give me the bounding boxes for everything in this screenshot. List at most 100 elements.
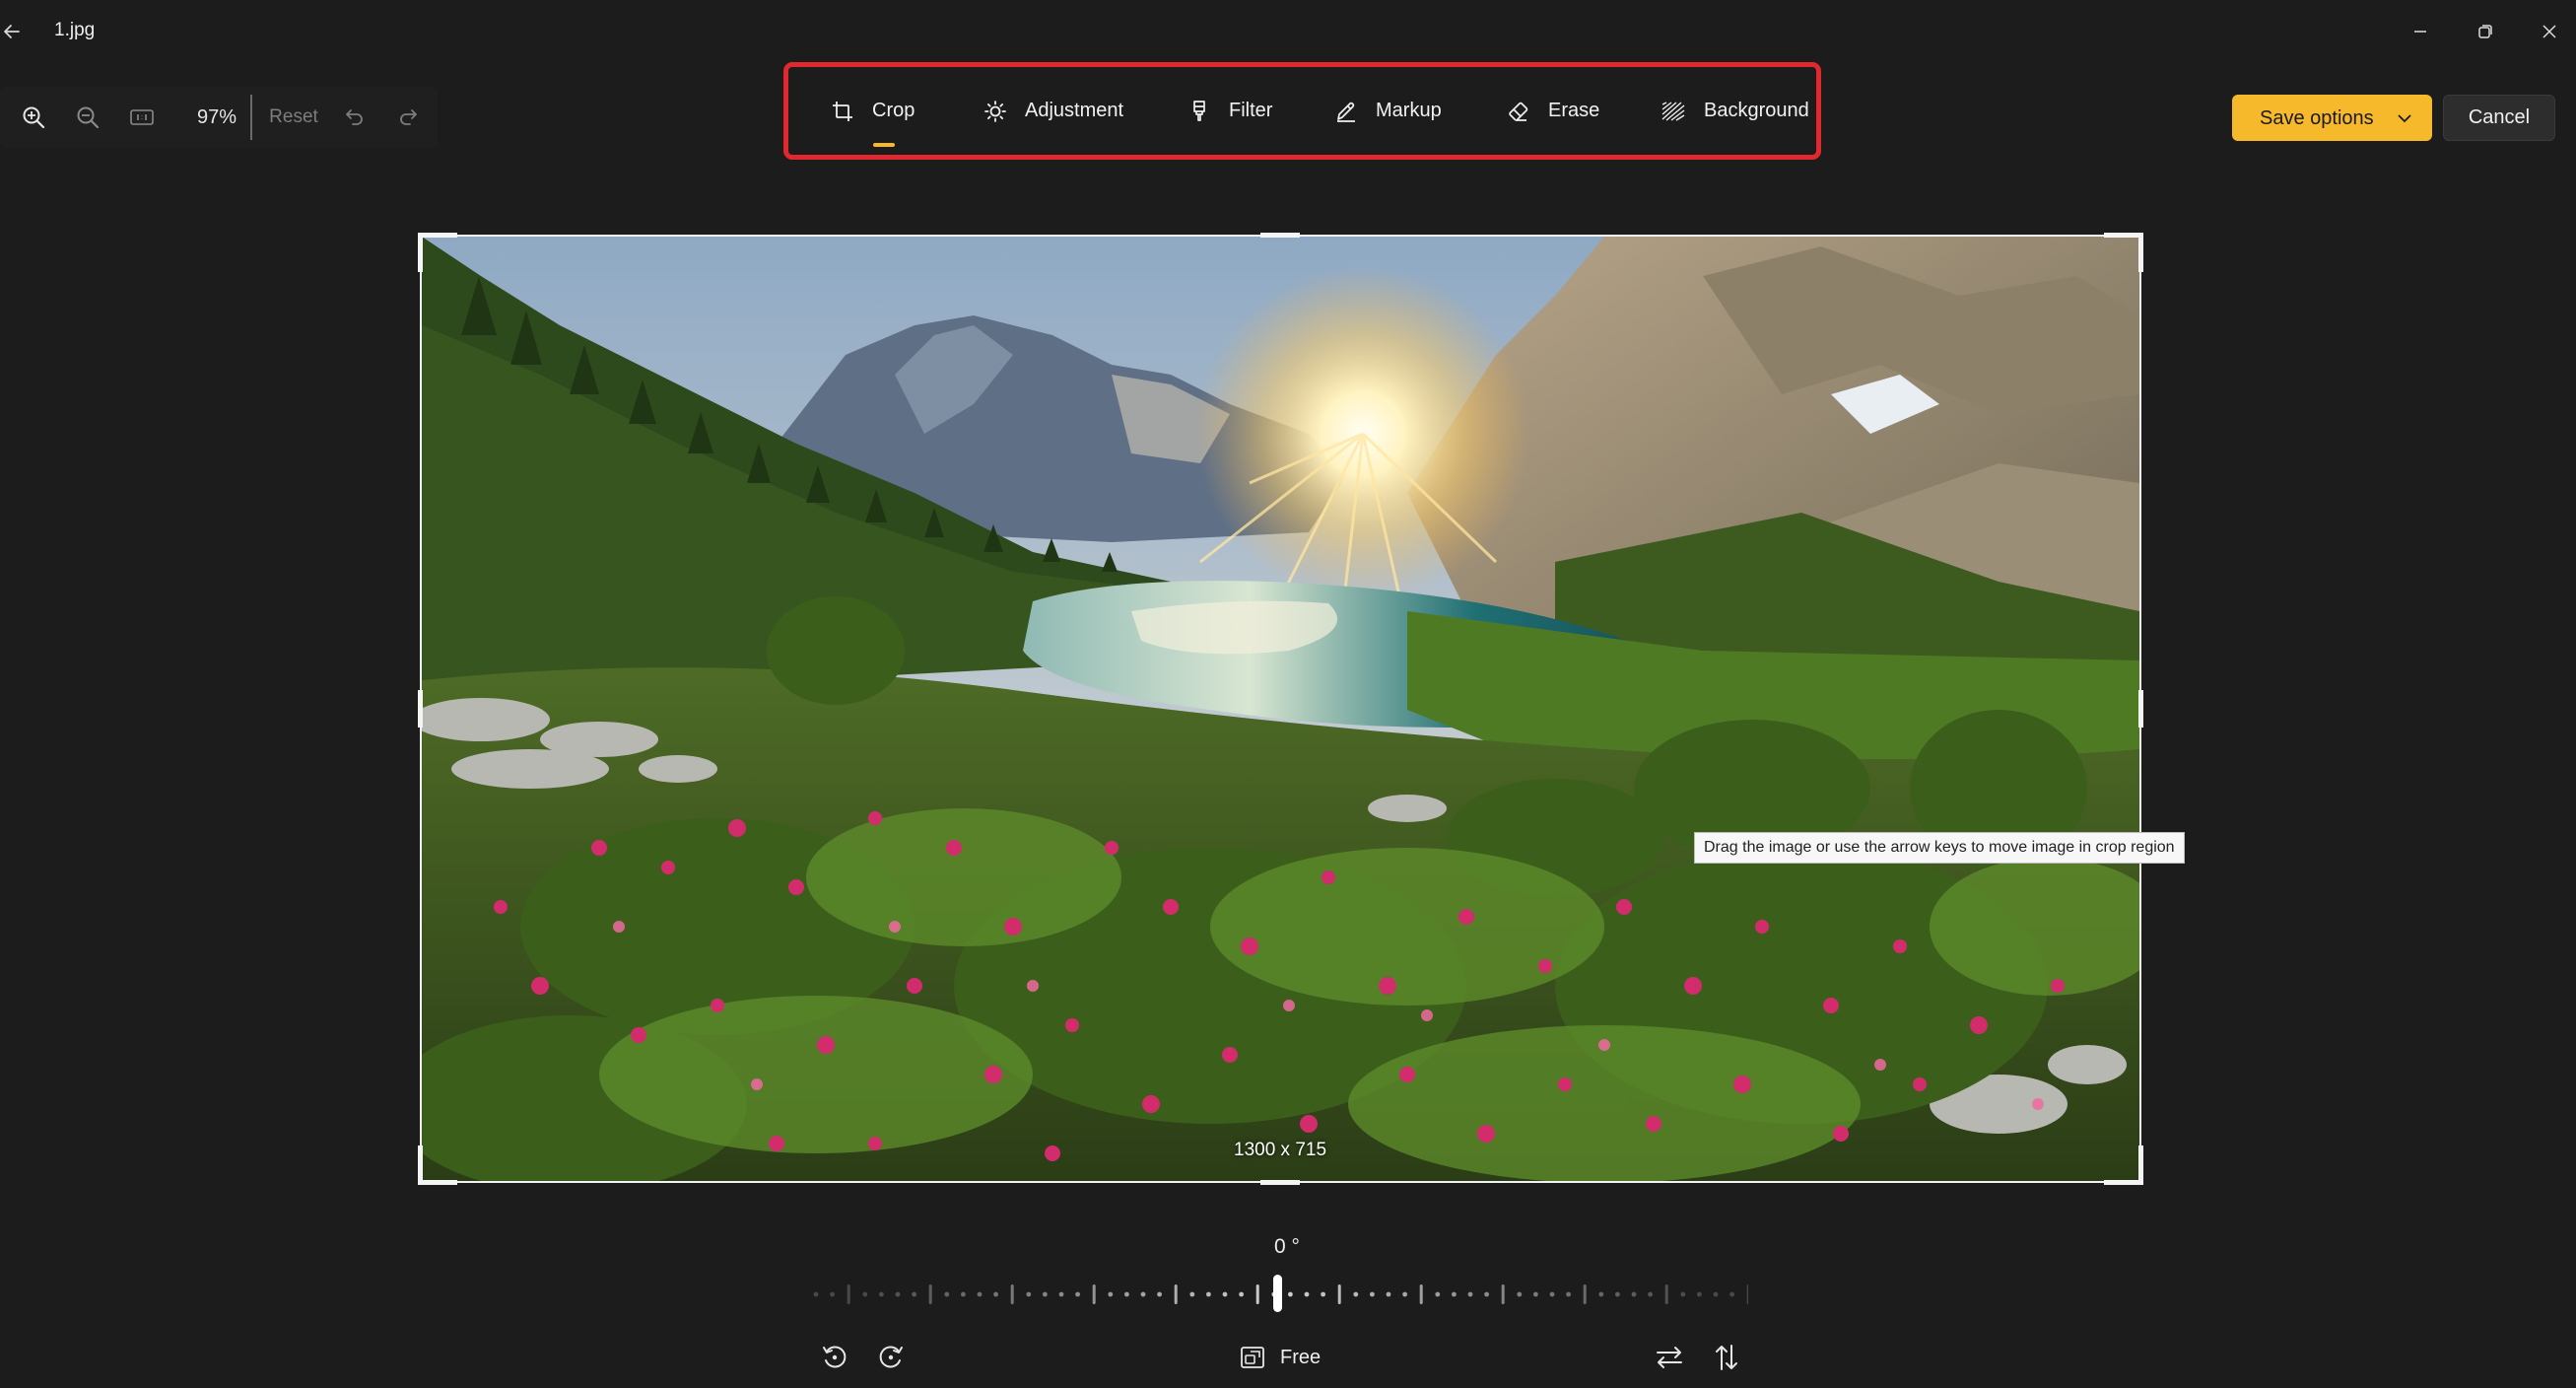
ruler-major-tick <box>1583 1284 1587 1304</box>
tab-crop[interactable]: Crop <box>831 67 915 155</box>
crop-handle-bottom[interactable] <box>1260 1180 1300 1185</box>
ruler-minor-tick <box>830 1291 835 1297</box>
ruler-major-tick <box>1010 1284 1014 1304</box>
ruler-minor-tick <box>1435 1291 1441 1297</box>
ruler-minor-tick <box>1124 1291 1129 1297</box>
ruler-major-tick <box>1746 1284 1748 1304</box>
save-options-button[interactable]: Save options <box>2232 95 2432 141</box>
edit-tabs: Crop Adjustment Filter Markup Erase Back… <box>783 62 1821 160</box>
ruler-minor-tick <box>1402 1291 1407 1297</box>
ruler-minor-tick <box>993 1291 998 1297</box>
crop-handle-bottom-left[interactable] <box>418 1145 423 1185</box>
ruler-minor-tick <box>1680 1291 1686 1297</box>
ruler-minor-tick <box>944 1291 950 1297</box>
zoom-toolbar: 97% Reset <box>0 87 438 148</box>
active-tab-indicator <box>873 143 895 147</box>
zoom-out-icon <box>77 106 100 129</box>
ruler-minor-tick <box>1549 1291 1555 1297</box>
minimize-button[interactable] <box>2401 12 2440 51</box>
crop-handle-right[interactable] <box>2138 690 2143 728</box>
eraser-icon <box>1509 102 1528 121</box>
ruler-major-tick <box>1092 1284 1096 1304</box>
ruler-minor-tick <box>1370 1291 1375 1297</box>
maximize-icon <box>2478 25 2492 38</box>
crop-handle-top-right[interactable] <box>2104 233 2143 238</box>
photo-canvas[interactable] <box>420 235 2141 1183</box>
crop-handle-top-left[interactable] <box>418 233 457 238</box>
crop-handle-bottom-left[interactable] <box>418 1180 457 1185</box>
ruler-minor-tick <box>862 1291 868 1297</box>
ruler-minor-tick <box>977 1291 983 1297</box>
reset-button[interactable]: Reset <box>266 87 321 148</box>
cancel-button[interactable]: Cancel <box>2443 95 2555 141</box>
close-icon <box>2542 25 2556 38</box>
ruler-major-tick <box>1419 1284 1423 1304</box>
tab-markup-label: Markup <box>1376 100 1442 121</box>
minimize-icon <box>2414 31 2426 33</box>
ruler-minor-tick <box>1452 1291 1457 1297</box>
close-window-button[interactable] <box>2530 12 2569 51</box>
undo-button[interactable] <box>337 87 373 148</box>
zoom-out-button[interactable] <box>66 87 109 148</box>
rotate-left-icon <box>823 1346 847 1368</box>
ruler-minor-tick <box>1713 1291 1719 1297</box>
ruler-minor-tick <box>879 1291 884 1297</box>
crop-handle-left[interactable] <box>418 690 423 728</box>
maximize-button[interactable] <box>2466 12 2505 51</box>
brightness-icon <box>984 100 1006 122</box>
title-bar: 1.jpg <box>0 0 2576 65</box>
rotate-right-icon <box>879 1346 903 1368</box>
undo-icon <box>346 109 363 125</box>
ruler-minor-tick <box>1386 1291 1391 1297</box>
rotate-left-button[interactable] <box>814 1337 855 1378</box>
rotation-angle-label: 0 ° <box>1274 1235 1300 1258</box>
back-button[interactable] <box>0 14 24 49</box>
ruler-major-tick <box>1174 1284 1178 1304</box>
zoom-in-button[interactable] <box>12 87 55 148</box>
ruler-minor-tick <box>1729 1291 1734 1297</box>
back-arrow-icon <box>4 25 20 38</box>
crop-dimensions-label: 1300 x 715 <box>1234 1140 1327 1160</box>
crop-handle-top-left[interactable] <box>418 233 423 272</box>
toolbar-divider <box>250 95 252 140</box>
filter-icon <box>1193 100 1205 121</box>
actual-size-button[interactable] <box>120 87 164 148</box>
flip-horizontal-button[interactable] <box>1649 1337 1690 1378</box>
tab-erase-label: Erase <box>1548 100 1600 121</box>
crop-handle-top[interactable] <box>1260 233 1300 238</box>
ruler-minor-tick <box>1598 1291 1604 1297</box>
ruler-minor-tick <box>1353 1291 1359 1297</box>
tab-filter[interactable]: Filter <box>1187 67 1272 155</box>
tab-markup[interactable]: Markup <box>1334 67 1442 155</box>
crop-tooltip: Drag the image or use the arrow keys to … <box>1694 832 2185 864</box>
tab-erase[interactable]: Erase <box>1507 67 1599 155</box>
ruler-minor-tick <box>1140 1291 1146 1297</box>
save-options-label: Save options <box>2260 107 2374 129</box>
background-icon <box>1661 101 1685 121</box>
ruler-minor-tick <box>961 1291 966 1297</box>
zoom-percentage[interactable]: 97% <box>187 87 246 148</box>
ruler-minor-tick <box>1222 1291 1228 1297</box>
crop-handle-bottom-right[interactable] <box>2104 1180 2143 1185</box>
tab-adjustment[interactable]: Adjustment <box>983 67 1123 155</box>
tab-adjustment-label: Adjustment <box>1025 100 1124 121</box>
ruler-minor-tick <box>1648 1291 1653 1297</box>
crop-handle-top-right[interactable] <box>2138 233 2143 272</box>
rotate-right-button[interactable] <box>870 1337 912 1378</box>
ruler-minor-tick <box>1631 1291 1637 1297</box>
ruler-major-tick <box>847 1284 850 1304</box>
crop-handle-bottom-right[interactable] <box>2138 1145 2143 1185</box>
redo-button[interactable] <box>390 87 426 148</box>
flip-horizontal-icon <box>1657 1347 1682 1368</box>
ruler-minor-tick <box>1026 1291 1032 1297</box>
flip-vertical-button[interactable] <box>1706 1337 1747 1378</box>
tab-background[interactable]: Background <box>1661 67 1809 155</box>
ruler-minor-tick <box>1075 1291 1080 1297</box>
redo-icon <box>400 109 417 125</box>
pen-icon <box>1337 102 1355 122</box>
ruler-minor-tick <box>1043 1291 1048 1297</box>
ruler-minor-tick <box>1239 1291 1244 1297</box>
tab-filter-label: Filter <box>1229 100 1273 121</box>
aspect-ratio-button[interactable]: Free <box>1239 1337 1321 1378</box>
straighten-slider-thumb[interactable] <box>1273 1275 1282 1312</box>
